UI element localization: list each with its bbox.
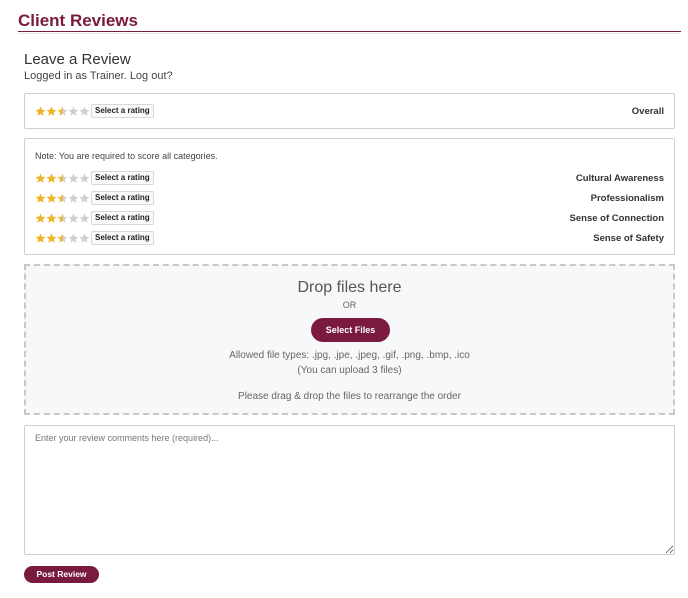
star-icon[interactable]	[68, 173, 79, 184]
sense-of-safety-star-rating[interactable]	[35, 233, 90, 244]
category-row-cultural-awareness: Select a rating Cultural Awareness	[35, 171, 664, 185]
star-icon[interactable]	[57, 213, 68, 224]
star-icon[interactable]	[68, 233, 79, 244]
upload-limit: (You can upload 3 files)	[297, 365, 402, 376]
star-icon[interactable]	[79, 213, 90, 224]
logged-in-text: Logged in as Trainer.	[24, 70, 127, 82]
star-icon[interactable]	[35, 173, 46, 184]
drag-drop-note: Please drag & drop the files to rearrang…	[238, 391, 461, 402]
review-comments-textarea[interactable]	[24, 425, 675, 555]
allowed-file-types: Allowed file types: .jpg, .jpe, .jpeg, .…	[229, 350, 470, 361]
cultural-awareness-label: Cultural Awareness	[575, 172, 664, 184]
star-icon[interactable]	[57, 106, 68, 117]
header-shadow-divider	[18, 33, 681, 34]
title-divider	[18, 31, 681, 32]
category-row-professionalism: Select a rating Professionalism	[35, 191, 664, 205]
professionalism-select-rating: Select a rating	[91, 191, 154, 205]
overall-rating-row: Select a rating Overall	[35, 104, 664, 118]
file-dropzone[interactable]: Drop files here OR Select Files Allowed …	[24, 264, 675, 415]
star-icon[interactable]	[79, 106, 90, 117]
post-review-button[interactable]: Post Review	[24, 566, 99, 583]
sense-of-safety-select-rating: Select a rating	[91, 231, 154, 245]
star-icon[interactable]	[68, 106, 79, 117]
star-icon[interactable]	[68, 193, 79, 204]
star-icon[interactable]	[35, 106, 46, 117]
cultural-awareness-select-rating: Select a rating	[91, 171, 154, 185]
sense-of-connection-label: Sense of Connection	[569, 212, 664, 224]
sense-of-connection-select-rating: Select a rating	[91, 211, 154, 225]
star-icon[interactable]	[68, 213, 79, 224]
dropzone-title: Drop files here	[297, 279, 402, 296]
cultural-awareness-star-rating[interactable]	[35, 173, 90, 184]
category-ratings-box: Note: You are required to score all cate…	[24, 138, 675, 255]
star-icon[interactable]	[79, 193, 90, 204]
star-icon[interactable]	[35, 233, 46, 244]
star-icon[interactable]	[35, 213, 46, 224]
category-row-sense-of-connection: Select a rating Sense of Connection	[35, 211, 664, 225]
star-icon[interactable]	[46, 106, 57, 117]
star-icon[interactable]	[46, 193, 57, 204]
star-icon[interactable]	[46, 233, 57, 244]
leave-review-heading: Leave a Review	[24, 51, 131, 68]
category-row-sense-of-safety: Select a rating Sense of Safety	[35, 231, 664, 245]
dropzone-or: OR	[342, 300, 357, 310]
logout-link[interactable]: Log out?	[130, 70, 173, 82]
sense-of-safety-label: Sense of Safety	[593, 232, 664, 244]
star-icon[interactable]	[57, 233, 68, 244]
professionalism-label: Professionalism	[590, 192, 664, 204]
overall-select-rating: Select a rating	[91, 104, 154, 118]
star-icon[interactable]	[79, 233, 90, 244]
star-icon[interactable]	[46, 213, 57, 224]
page-title: Client Reviews	[18, 11, 138, 30]
login-status: Logged in as Trainer. Log out?	[24, 70, 173, 82]
professionalism-star-rating[interactable]	[35, 193, 90, 204]
star-icon[interactable]	[79, 173, 90, 184]
overall-label: Overall	[631, 105, 664, 117]
star-icon[interactable]	[46, 173, 57, 184]
star-icon[interactable]	[57, 173, 68, 184]
overall-star-rating[interactable]	[35, 106, 90, 117]
sense-of-connection-star-rating[interactable]	[35, 213, 90, 224]
select-files-button[interactable]: Select Files	[311, 318, 390, 342]
star-icon[interactable]	[57, 193, 68, 204]
star-icon[interactable]	[35, 193, 46, 204]
required-note: Note: You are required to score all cate…	[35, 151, 218, 161]
overall-rating-box: Select a rating Overall	[24, 93, 675, 129]
